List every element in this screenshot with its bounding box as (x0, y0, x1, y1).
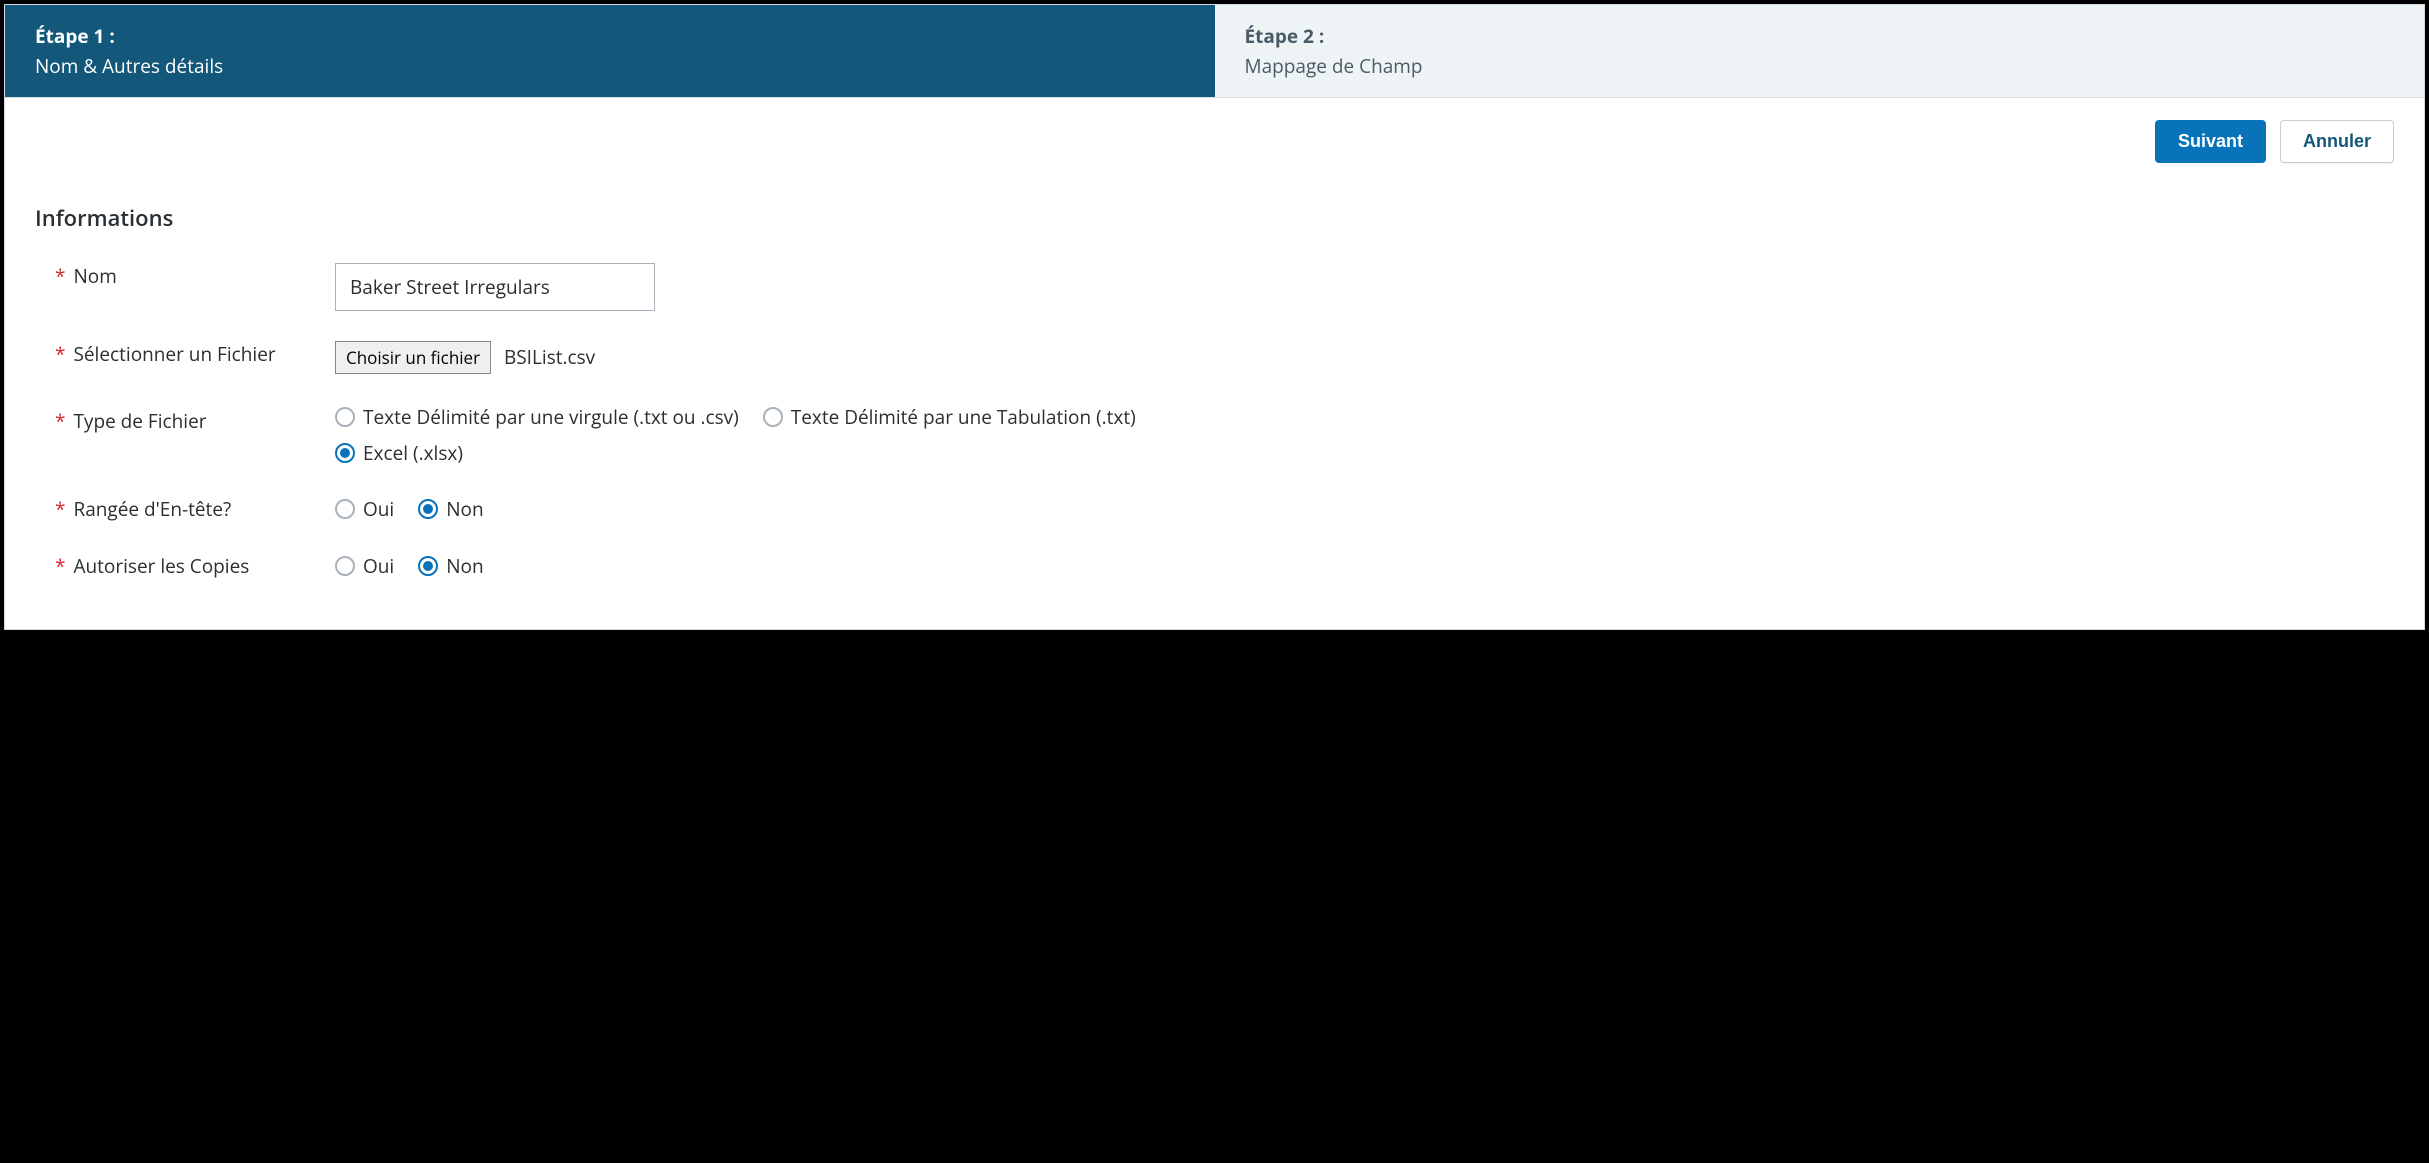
name-label-text: Nom (73, 263, 116, 290)
filetype-option-csv[interactable]: Texte Délimité par une virgule (.txt ou … (335, 404, 739, 430)
duplicates-option-yes[interactable]: Oui (335, 553, 394, 579)
required-marker: * (55, 408, 65, 435)
duplicates-yes-label: Oui (363, 553, 394, 579)
step-2-subtitle: Mappage de Champ (1245, 53, 2395, 79)
cancel-button[interactable]: Annuler (2280, 120, 2394, 163)
required-marker: * (55, 496, 65, 523)
header-yes-label: Oui (363, 496, 394, 522)
label-name: * Nom (35, 263, 335, 290)
duplicates-option-no[interactable]: Non (418, 553, 483, 579)
label-file: * Sélectionner un Fichier (35, 341, 335, 368)
required-marker: * (55, 341, 65, 368)
step-1[interactable]: Étape 1 : Nom & Autres détails (5, 5, 1215, 97)
radio-icon (335, 443, 355, 463)
required-marker: * (55, 553, 65, 580)
step-2-title: Étape 2 : (1245, 23, 2395, 49)
duplicates-label-text: Autoriser les Copies (73, 553, 249, 580)
filetype-csv-label: Texte Délimité par une virgule (.txt ou … (363, 404, 739, 430)
label-duplicates: * Autoriser les Copies (35, 553, 335, 580)
required-marker: * (55, 263, 65, 290)
label-header: * Rangée d'En-tête? (35, 496, 335, 523)
row-header: * Rangée d'En-tête? Oui Non (35, 496, 2394, 523)
radio-icon (763, 407, 783, 427)
label-filetype: * Type de Fichier (35, 404, 335, 435)
form-section: Informations * Nom * Sélectionner un Fic… (5, 173, 2424, 629)
row-name: * Nom (35, 263, 2394, 311)
selected-file-name: BSIList.csv (504, 344, 595, 370)
header-option-no[interactable]: Non (418, 496, 483, 522)
header-option-yes[interactable]: Oui (335, 496, 394, 522)
radio-icon (418, 499, 438, 519)
header-label-text: Rangée d'En-tête? (73, 496, 231, 523)
header-no-label: Non (446, 496, 483, 522)
filetype-option-excel[interactable]: Excel (.xlsx) (335, 440, 463, 466)
wizard-container: Étape 1 : Nom & Autres détails Étape 2 :… (4, 4, 2425, 630)
action-bar: Suivant Annuler (5, 98, 2424, 173)
radio-icon (335, 499, 355, 519)
name-input[interactable] (335, 263, 655, 311)
choose-file-button[interactable]: Choisir un fichier (335, 341, 491, 374)
row-filetype: * Type de Fichier Texte Délimité par une… (35, 404, 2394, 466)
step-1-subtitle: Nom & Autres détails (35, 53, 1185, 79)
filetype-label-text: Type de Fichier (73, 408, 206, 435)
row-file: * Sélectionner un Fichier Choisir un fic… (35, 341, 2394, 374)
filetype-tab-label: Texte Délimité par une Tabulation (.txt) (791, 404, 1136, 430)
section-title: Informations (35, 203, 2394, 233)
filetype-option-tab[interactable]: Texte Délimité par une Tabulation (.txt) (763, 404, 1136, 430)
radio-icon (335, 556, 355, 576)
steps-bar: Étape 1 : Nom & Autres détails Étape 2 :… (5, 5, 2424, 98)
filetype-excel-label: Excel (.xlsx) (363, 440, 463, 466)
file-label-text: Sélectionner un Fichier (73, 341, 275, 368)
step-2[interactable]: Étape 2 : Mappage de Champ (1215, 5, 2425, 97)
row-duplicates: * Autoriser les Copies Oui Non (35, 553, 2394, 580)
radio-icon (335, 407, 355, 427)
next-button[interactable]: Suivant (2155, 120, 2266, 163)
duplicates-no-label: Non (446, 553, 483, 579)
step-1-title: Étape 1 : (35, 23, 1185, 49)
radio-icon (418, 556, 438, 576)
